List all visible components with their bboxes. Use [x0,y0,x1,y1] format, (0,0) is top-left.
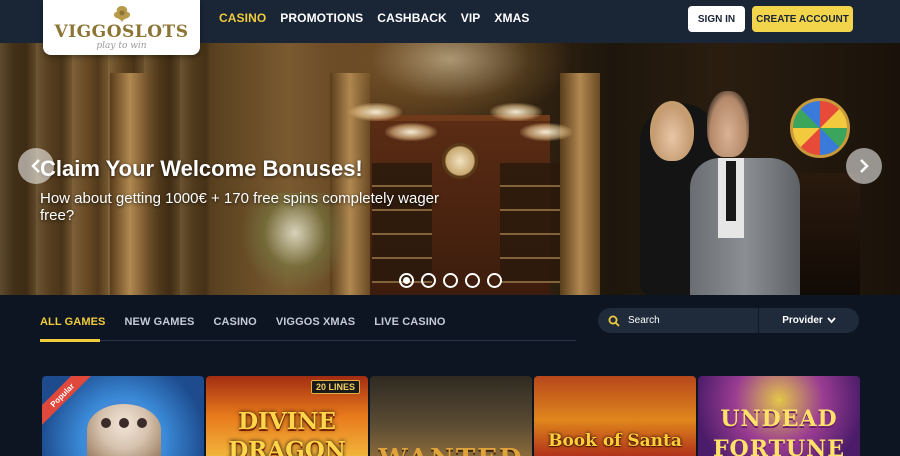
nav-promotions[interactable]: PROMOTIONS [280,11,363,25]
game-title: DIVINE [238,408,336,435]
game-title: FORTUNE [712,436,846,456]
create-account-button[interactable]: CREATE ACCOUNT [752,6,853,32]
popular-ribbon: Popular [42,376,96,429]
hero-banner: Claim Your Welcome Bonuses! How about ge… [0,43,900,295]
filter-divider [40,340,576,341]
active-tab-underline [40,339,100,342]
carousel-dot-5[interactable] [487,273,502,288]
game-title: Book of Santa [548,431,682,451]
game-tile[interactable]: WANTED [370,376,532,456]
nav-xmas[interactable]: XMAS [494,11,529,25]
hero-woman-head [650,101,694,161]
game-art-eye [137,418,147,428]
game-tile[interactable]: Popular [42,376,204,456]
game-title: WANTED [370,446,532,456]
lines-badge: 20 LINES [310,380,360,394]
carousel-next-button[interactable] [846,148,882,184]
hero-man-head [707,91,749,157]
hero-man-tie [726,161,736,221]
game-grid: Popular 20 LINES DIVINE DRAGON WANTED Bo… [42,376,860,456]
hero-lamp [385,123,437,141]
game-search [598,308,758,333]
game-art-eye [101,418,111,428]
hero-subtitle: How about getting 1000€ + 170 free spins… [40,190,440,224]
tab-all-games[interactable]: ALL GAMES [40,316,105,328]
sign-in-button[interactable]: SIGN IN [688,6,745,32]
game-title: DRAGON [228,437,346,456]
game-tile[interactable]: Book of Santa [534,376,696,456]
tab-new-games[interactable]: NEW GAMES [124,316,194,328]
hero-bottle-shelf [500,163,560,283]
hero-title: Claim Your Welcome Bonuses! [40,156,363,181]
carousel-dot-4[interactable] [465,273,480,288]
carousel-dot-3[interactable] [443,273,458,288]
logo-tagline: play to win [96,40,147,51]
hero-pillar [110,73,150,295]
game-tile[interactable]: 20 LINES DIVINE DRAGON [206,376,368,456]
game-title: UNDEAD [720,406,838,432]
game-tile[interactable]: UNDEAD FORTUNE [698,376,860,456]
carousel-dot-1[interactable] [399,273,414,288]
nav-vip[interactable]: VIP [461,11,481,25]
lion-crest-icon [113,5,130,22]
hero-man-figure [690,158,800,295]
nav-casino[interactable]: CASINO [219,11,266,25]
game-filter-tabs: ALL GAMES NEW GAMES CASINO VIGGOS XMAS L… [40,316,446,328]
game-art-eye [119,418,129,428]
hero-lamp [350,103,402,121]
game-art-monster [87,404,161,456]
carousel-dots [399,273,502,288]
provider-label: Provider [782,315,823,326]
hero-lamp [520,123,572,141]
tab-viggos-xmas[interactable]: VIGGOS XMAS [276,316,355,328]
hero-clock [442,143,478,179]
chevron-down-icon [827,317,836,324]
search-icon [608,315,620,327]
tab-casino[interactable]: CASINO [213,316,256,328]
logo-name: VIGGOSLOTS [54,21,189,42]
hero-lamp [490,103,542,121]
chevron-left-icon [31,159,40,173]
logo[interactable]: VIGGOSLOTS play to win [43,0,200,55]
nav-cashback[interactable]: CASHBACK [377,11,446,25]
popular-label: Popular [48,381,76,409]
chevron-right-icon [860,159,869,173]
carousel-dot-2[interactable] [421,273,436,288]
search-input[interactable] [628,315,748,326]
hero-fortune-wheel [790,98,850,158]
main-nav: CASINO PROMOTIONS CASHBACK VIP XMAS [219,0,530,36]
tab-live-casino[interactable]: LIVE CASINO [374,316,445,328]
provider-dropdown[interactable]: Provider [758,308,859,333]
carousel-prev-button[interactable] [18,148,54,184]
